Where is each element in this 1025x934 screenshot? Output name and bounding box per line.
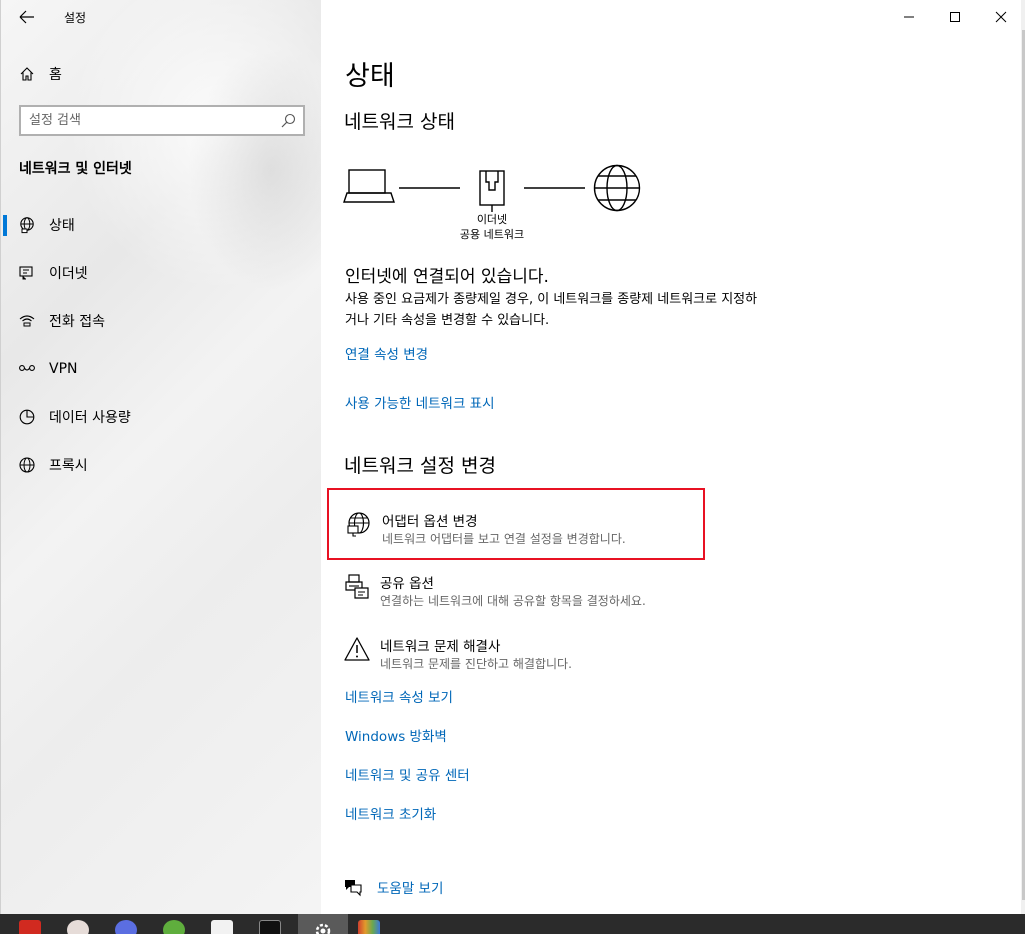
sidebar-item-label: 프록시 [49, 458, 88, 474]
sidebar-item-vpn[interactable]: VPN [1, 350, 321, 388]
minimize-button[interactable] [886, 4, 932, 30]
search-box[interactable] [19, 105, 305, 136]
search-input[interactable] [21, 107, 277, 134]
adapter-icon [347, 512, 370, 537]
warning-icon [344, 637, 370, 661]
home-icon [20, 67, 34, 81]
diagram-label-network: 공용 네트워크 [459, 228, 525, 241]
diagram-label-adapter: 이더넷 [476, 213, 508, 226]
taskbar [0, 914, 1025, 934]
sharing-options-item[interactable]: 공유 옵션 연결하는 네트워크에 대해 공유할 항목을 결정하세요. [327, 552, 705, 624]
connection-status-description: 사용 중인 요금제가 종량제일 경우, 이 네트워크를 종량제 네트워크로 지정… [345, 292, 758, 328]
taskbar-app-icon[interactable] [67, 920, 89, 934]
home-nav-item[interactable]: 홈 [19, 63, 62, 85]
sidebar-item-label: VPN [49, 361, 78, 377]
sidebar-item-dialup[interactable]: 전화 접속 [1, 302, 321, 340]
option-title: 네트워크 문제 해결사 [380, 639, 501, 655]
change-network-settings-heading: 네트워크 설정 변경 [344, 455, 496, 477]
minimize-icon [904, 16, 914, 18]
ethernet-icon [19, 266, 33, 280]
get-help-label: 도움말 보기 [377, 881, 444, 897]
option-title: 어댑터 옵션 변경 [382, 514, 478, 530]
option-title: 공유 옵션 [380, 576, 434, 592]
change-connection-properties-link[interactable]: 연결 속성 변경 [345, 343, 428, 363]
sidebar: 설정 홈 네트워크 및 인터넷 상태 [0, 0, 321, 914]
main-content: 상태 네트워크 상태 이더넷 공용 네트워크 인터넷에 연결되어 있습니다. 사… [321, 0, 1025, 914]
sidebar-item-label: 데이터 사용량 [49, 410, 131, 426]
help-chat-icon [345, 880, 362, 897]
sidebar-item-ethernet[interactable]: 이더넷 [1, 254, 321, 292]
dialup-icon [19, 315, 35, 327]
network-status-heading: 네트워크 상태 [344, 111, 455, 133]
page-title: 상태 [345, 61, 395, 92]
windows-firewall-link[interactable]: Windows 방화벽 [345, 725, 447, 745]
terminal-icon[interactable] [259, 920, 281, 934]
network-troubleshooter-item[interactable]: 네트워크 문제 해결사 네트워크 문제를 진단하고 해결합니다. [327, 615, 705, 687]
close-button[interactable] [978, 4, 1024, 30]
adapter-options-item[interactable]: 어댑터 옵션 변경 네트워크 어댑터를 보고 연결 설정을 변경합니다. [327, 488, 705, 560]
taskbar-app-icon[interactable] [115, 920, 137, 934]
taskbar-app-icon[interactable] [19, 920, 41, 934]
view-network-properties-link[interactable]: 네트워크 속성 보기 [345, 686, 453, 706]
show-available-networks-link[interactable]: 사용 가능한 네트워크 표시 [345, 392, 495, 412]
section-title: 네트워크 및 인터넷 [19, 161, 132, 177]
sharing-icon [345, 574, 369, 599]
taskbar-app-icon[interactable] [358, 920, 380, 934]
connection-status-text: 인터넷에 연결되어 있습니다. [345, 267, 549, 287]
get-help-link[interactable]: 도움말 보기 [343, 877, 443, 897]
option-desc: 네트워크 어댑터를 보고 연결 설정을 변경합니다. [382, 532, 626, 546]
globe-icon [19, 457, 35, 473]
taskbar-app-icon[interactable] [163, 920, 185, 934]
maximize-button[interactable] [932, 4, 978, 30]
taskbar-app-icon[interactable] [211, 920, 233, 934]
sidebar-item-label: 이더넷 [49, 266, 88, 282]
ethernet-port-icon [479, 170, 505, 212]
internet-globe-icon [593, 164, 641, 212]
network-reset-link[interactable]: 네트워크 초기화 [345, 803, 436, 823]
network-diagram: 이더넷 공용 네트워크 [343, 162, 643, 252]
sidebar-item-proxy[interactable]: 프록시 [1, 446, 321, 484]
laptop-icon [343, 169, 395, 203]
diagram-label: 이더넷 공용 네트워크 [442, 212, 542, 242]
vpn-icon [19, 365, 35, 371]
network-sharing-center-link[interactable]: 네트워크 및 공유 센터 [345, 764, 470, 784]
sidebar-item-status[interactable]: 상태 [1, 206, 321, 244]
sidebar-item-label: 상태 [49, 218, 75, 234]
settings-gear-icon[interactable] [312, 920, 334, 934]
globe-status-icon [20, 217, 34, 234]
close-icon [995, 11, 1007, 23]
maximize-icon [950, 12, 960, 22]
window-title: 설정 [64, 11, 87, 25]
sidebar-item-data-usage[interactable]: 데이터 사용량 [1, 398, 321, 436]
option-desc: 연결하는 네트워크에 대해 공유할 항목을 결정하세요. [380, 594, 646, 608]
data-usage-icon [19, 409, 35, 425]
back-arrow-icon[interactable] [17, 7, 37, 27]
sidebar-item-label: 전화 접속 [49, 314, 105, 330]
home-label: 홈 [49, 67, 62, 83]
option-desc: 네트워크 문제를 진단하고 해결합니다. [380, 657, 572, 671]
search-icon[interactable] [277, 110, 299, 132]
scrollbar[interactable] [1021, 0, 1025, 914]
